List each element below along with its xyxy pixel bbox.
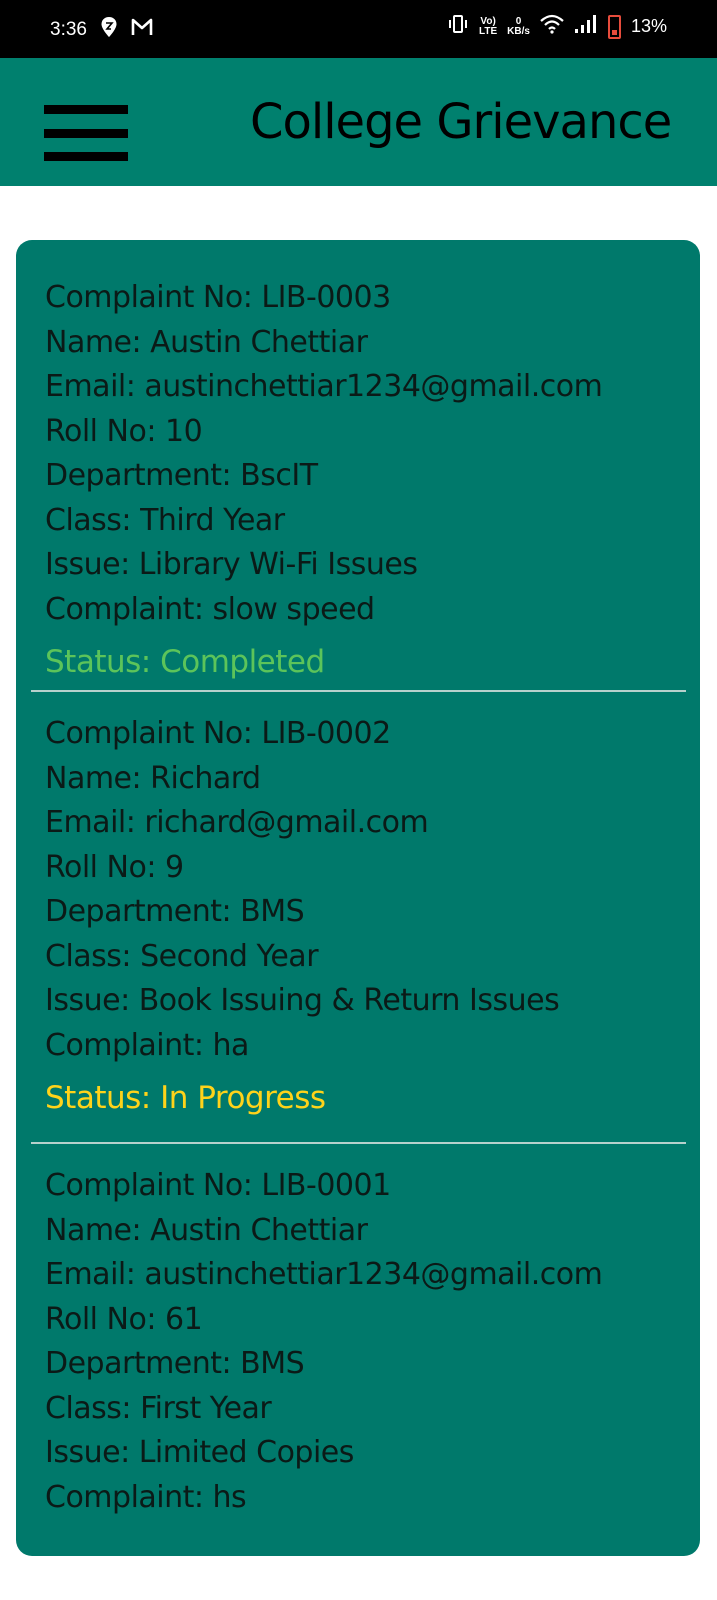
complaint-text: Complaint: hs [45, 1479, 247, 1515]
complainant-name: Name: Richard [45, 760, 261, 796]
complaint-number: Complaint No: LIB-0002 [45, 716, 391, 751]
signal-icon [574, 14, 598, 39]
issue-type: Issue: Library Wi-Fi Issues [45, 547, 418, 582]
menu-icon-bar [44, 128, 128, 138]
complaint-item[interactable]: Complaint No: LIB-0002 Name: Richard Ema… [16, 692, 700, 1144]
wifi-icon [540, 14, 564, 39]
status-in-progress: Status: In Progress [45, 1080, 326, 1116]
volte-indicator: Vo) LTE [479, 15, 498, 37]
complaint-number: Complaint No: LIB-0001 [45, 1168, 391, 1203]
app-title: College Grievance [250, 94, 672, 150]
class-year: Class: Second Year [45, 938, 319, 974]
volte-bottom-label: LTE [479, 25, 498, 37]
clock-time: 3:36 [50, 19, 87, 40]
menu-icon-bar [44, 152, 128, 161]
network-speed-value: 0 [515, 15, 522, 27]
complainant-name: Name: Austin Chettiar [45, 324, 368, 360]
complaint-text: Complaint: slow speed [45, 591, 375, 627]
issue-type: Issue: Book Issuing & Return Issues [45, 983, 560, 1018]
roll-number: Roll No: 61 [45, 1301, 203, 1337]
location-icon [101, 17, 117, 43]
complainant-email: Email: austinchettiar1234@gmail.com [45, 369, 603, 404]
network-speed: 0 KB/s [507, 15, 530, 37]
complaint-text: Complaint: ha [45, 1027, 249, 1063]
gmail-icon [131, 18, 153, 42]
complaint-number: Complaint No: LIB-0003 [45, 280, 391, 315]
volte-top-label: Vo) [480, 15, 496, 27]
complaint-item[interactable]: Complaint No: LIB-0001 Name: Austin Chet… [16, 1144, 700, 1556]
status-right-group: Vo) LTE 0 KB/s 13% [447, 14, 667, 39]
class-year: Class: Third Year [45, 502, 285, 538]
complaints-list-card[interactable]: Complaint No: LIB-0003 Name: Austin Chet… [16, 240, 700, 1556]
menu-icon-bar [44, 105, 128, 114]
system-status-bar: 3:36 Vo) LTE 0 KB/s 13% [0, 0, 717, 58]
app-toolbar: College Grievance [0, 58, 717, 186]
battery-icon [607, 14, 621, 39]
complaint-item[interactable]: Complaint No: LIB-0003 Name: Austin Chet… [16, 240, 700, 692]
complainant-email: Email: austinchettiar1234@gmail.com [45, 1257, 603, 1292]
network-speed-unit: KB/s [507, 25, 530, 37]
complainant-email: Email: richard@gmail.com [45, 805, 429, 840]
complainant-name: Name: Austin Chettiar [45, 1212, 368, 1248]
roll-number: Roll No: 9 [45, 849, 184, 885]
vibrate-icon [447, 14, 469, 39]
hamburger-menu-button[interactable] [44, 105, 128, 161]
class-year: Class: First Year [45, 1390, 272, 1426]
battery-percentage: 13% [630, 16, 667, 36]
status-left-group: 3:36 [50, 17, 153, 43]
department: Department: BscIT [45, 458, 318, 493]
issue-type: Issue: Limited Copies [45, 1435, 354, 1470]
department: Department: BMS [45, 894, 305, 929]
department: Department: BMS [45, 1346, 305, 1381]
status-completed: Status: Completed [45, 644, 325, 680]
roll-number: Roll No: 10 [45, 413, 203, 449]
